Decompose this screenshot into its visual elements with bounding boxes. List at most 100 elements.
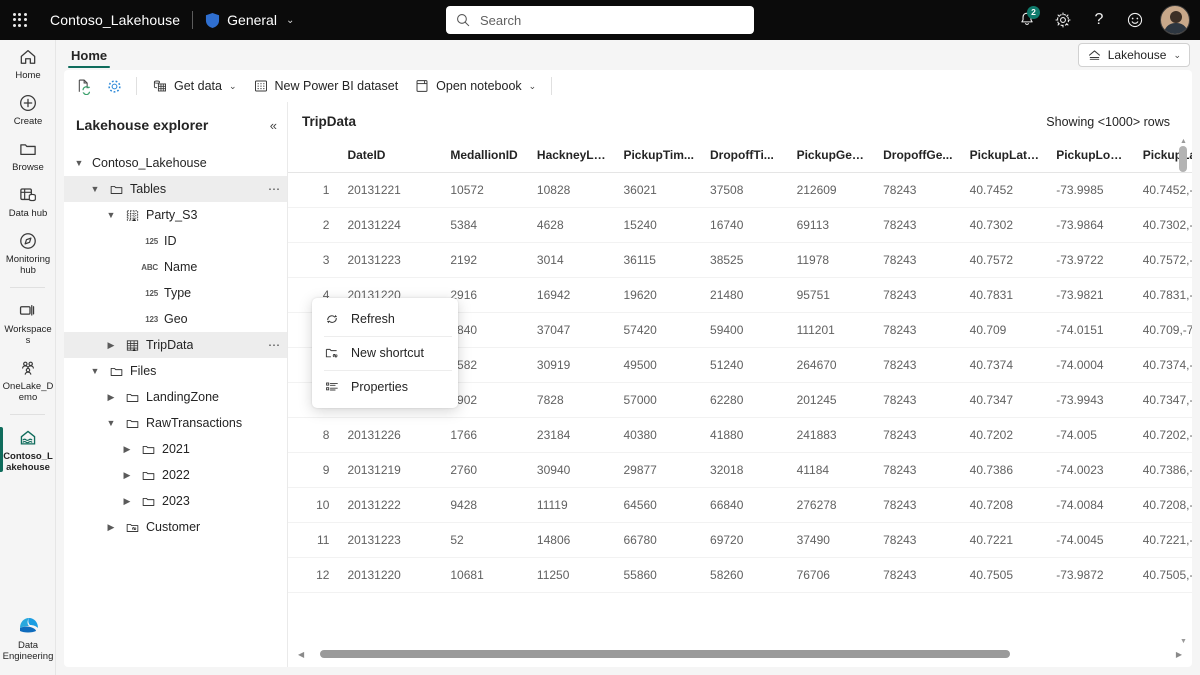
column-header-pickuptim[interactable]: PickupTim... <box>615 142 703 173</box>
tree-node-label: Geo <box>164 312 188 326</box>
search-input[interactable] <box>478 11 744 29</box>
table-cell: -73.9872 <box>1048 557 1135 593</box>
column-header-rownum[interactable] <box>288 142 340 173</box>
lakehouse-icon <box>18 428 38 448</box>
chevron-right-icon[interactable]: ▶ <box>120 494 134 508</box>
rail-divider <box>10 414 45 415</box>
more-options-icon[interactable]: ⋯ <box>268 182 281 196</box>
table-row[interactable]: 1 20131221 10572 10828 36021 37508 212609 78243… <box>288 172 1192 208</box>
table-cell: 62280 <box>702 382 789 418</box>
tree-node-name[interactable]: ABC Name <box>64 254 287 280</box>
tree-node-contoso-lakehouse[interactable]: ▼ Contoso_Lakehouse <box>64 150 287 176</box>
avatar[interactable] <box>1160 5 1190 35</box>
brand-title[interactable]: Contoso_Lakehouse <box>50 12 180 28</box>
feedback-button[interactable] <box>1118 3 1152 37</box>
refresh-page-button[interactable] <box>70 73 98 99</box>
tree-node-customer[interactable]: ▶ Customer <box>64 514 287 540</box>
ribbon-button-new-power-bi-dataset[interactable]: New Power BI dataset <box>246 73 406 99</box>
tree-node-files[interactable]: ▼ Files <box>64 358 287 384</box>
chevron-right-icon[interactable]: ▶ <box>120 442 134 456</box>
divider <box>136 77 137 95</box>
vertical-scrollbar[interactable]: ▲ ▼ <box>1178 138 1188 645</box>
rail-item-home[interactable]: Home <box>0 40 56 86</box>
chevron-right-icon[interactable]: ▶ <box>104 390 118 404</box>
table-row[interactable]: 11 20131223 52 14806 66780 69720 37490 78243 40.… <box>288 522 1192 558</box>
app-launcher-button[interactable] <box>0 0 40 40</box>
tree-node-landingzone[interactable]: ▶ LandingZone <box>64 384 287 410</box>
table-row[interactable]: 2 20131224 5384 4628 15240 16740 69113 78243 40.… <box>288 207 1192 243</box>
scroll-right-arrow-icon[interactable]: ▶ <box>1176 650 1182 659</box>
tree-node-id[interactable]: 125 ID <box>64 228 287 254</box>
row-number-cell: 8 <box>288 417 340 453</box>
ribbon-button-open-notebook[interactable]: Open notebook ⌄ <box>407 73 543 99</box>
tree-node-tripdata[interactable]: ▶ TripData ⋯ <box>64 332 287 358</box>
chevron-down-icon[interactable]: ▼ <box>104 416 118 430</box>
rail-item-monitoring-hub[interactable]: Monitoring hub <box>0 224 56 281</box>
rail-item-contoso-lakehouse[interactable]: Contoso_Lakehouse <box>0 421 56 478</box>
table-cell: 29877 <box>615 452 703 488</box>
horizontal-scrollbar[interactable]: ◀ ▶ <box>298 647 1182 661</box>
table-row[interactable]: 12 20131220 10681 11250 55860 58260 76706 78243… <box>288 557 1192 593</box>
scroll-left-arrow-icon[interactable]: ◀ <box>298 650 304 659</box>
column-header-pickupgeo[interactable]: PickupGeo... <box>788 142 876 173</box>
rail-item-workspaces[interactable]: Workspaces <box>0 294 56 351</box>
context-menu-item-new-shortcut[interactable]: New shortcut <box>312 336 458 370</box>
tree-node-2021[interactable]: ▶ 2021 <box>64 436 287 462</box>
rail-item-browse[interactable]: Browse <box>0 132 56 178</box>
chevron-right-icon[interactable]: ▶ <box>104 520 118 534</box>
column-header-dropoffge[interactable]: DropoffGe... <box>875 142 962 173</box>
chevron-right-icon[interactable]: ▶ <box>104 338 118 352</box>
column-header-medallionid[interactable]: MedallionID <box>442 142 529 173</box>
plus-circle-icon <box>18 93 38 113</box>
column-header-dropoffti[interactable]: DropoffTi... <box>702 142 789 173</box>
table-icon <box>124 338 140 353</box>
tree-node-rawtransactions[interactable]: ▼ RawTransactions <box>64 410 287 436</box>
tree-node-2023[interactable]: ▶ 2023 <box>64 488 287 514</box>
more-options-icon[interactable]: ⋯ <box>268 338 281 352</box>
help-button[interactable]: ? <box>1082 3 1116 37</box>
chevron-down-icon[interactable]: ▼ <box>104 208 118 222</box>
ribbon-button-get-data[interactable]: Get data ⌄ <box>145 73 244 99</box>
chevron-down-icon[interactable]: ▼ <box>72 156 86 170</box>
collapse-panel-button[interactable]: « <box>270 119 277 132</box>
ribbon-settings-button[interactable] <box>100 73 128 99</box>
chevron-down-icon[interactable]: ▼ <box>88 364 102 378</box>
context-menu-item-refresh[interactable]: Refresh <box>312 302 458 336</box>
notifications-button[interactable]: 2 <box>1010 3 1044 37</box>
tab-home[interactable]: Home <box>68 48 111 68</box>
table-row[interactable]: 9 20131219 2760 30940 29877 32018 41184 78243 40… <box>288 452 1192 488</box>
search-box[interactable] <box>446 6 754 34</box>
chevron-down-icon[interactable]: ▼ <box>88 182 102 196</box>
workspace-selector[interactable]: General ⌄ <box>205 12 294 29</box>
tree-node-party-s3[interactable]: ▼ Party_S3 <box>64 202 287 228</box>
table-row[interactable]: 10 20131222 9428 11119 64560 66840 276278 78243… <box>288 487 1192 523</box>
column-header-pickuplon[interactable]: PickupLon... <box>1048 142 1135 173</box>
rail-item-onelake-demo[interactable]: OneLake_Demo <box>0 351 56 408</box>
horizontal-scroll-thumb[interactable] <box>320 650 1011 658</box>
tree-node-type[interactable]: 125 Type <box>64 280 287 306</box>
rail-item-data-engineering[interactable]: Data Engineering <box>0 606 56 667</box>
table-row[interactable]: 3 20131223 2192 3014 36115 38525 11978 78243 40.… <box>288 242 1192 278</box>
settings-button[interactable] <box>1046 3 1080 37</box>
table-cell: 69113 <box>788 207 876 243</box>
rail-item-data-hub[interactable]: Data hub <box>0 178 56 224</box>
column-header-hackneylic[interactable]: HackneyLic... <box>528 142 616 173</box>
scroll-up-arrow-icon[interactable]: ▲ <box>1180 138 1187 145</box>
horizontal-scroll-track[interactable] <box>308 649 1172 659</box>
tree-node-2022[interactable]: ▶ 2022 <box>64 462 287 488</box>
scroll-down-arrow-icon[interactable]: ▼ <box>1180 638 1187 645</box>
row-number-cell: 2 <box>288 207 340 243</box>
tree-node-geo[interactable]: 123 Geo <box>64 306 287 332</box>
rail-item-create[interactable]: Create <box>0 86 56 132</box>
table-row[interactable]: 8 20131226 1766 23184 40380 41880 241883 78243 4… <box>288 417 1192 453</box>
workspace-name: General <box>227 12 277 28</box>
chevron-right-icon[interactable]: ▶ <box>120 468 134 482</box>
context-menu-item-properties[interactable]: Properties <box>312 370 458 404</box>
column-header-dateid[interactable]: DateID <box>339 142 443 173</box>
tree-node-tables[interactable]: ▼ Tables ⋯ <box>64 176 287 202</box>
lakehouse-mode-switcher[interactable]: Lakehouse ⌄ <box>1077 43 1190 67</box>
table-cell: 11119 <box>528 487 616 523</box>
table-cell: 66780 <box>615 522 703 558</box>
vertical-scroll-thumb[interactable] <box>1179 146 1187 172</box>
column-header-pickuplatit[interactable]: PickupLatit... <box>961 142 1049 173</box>
